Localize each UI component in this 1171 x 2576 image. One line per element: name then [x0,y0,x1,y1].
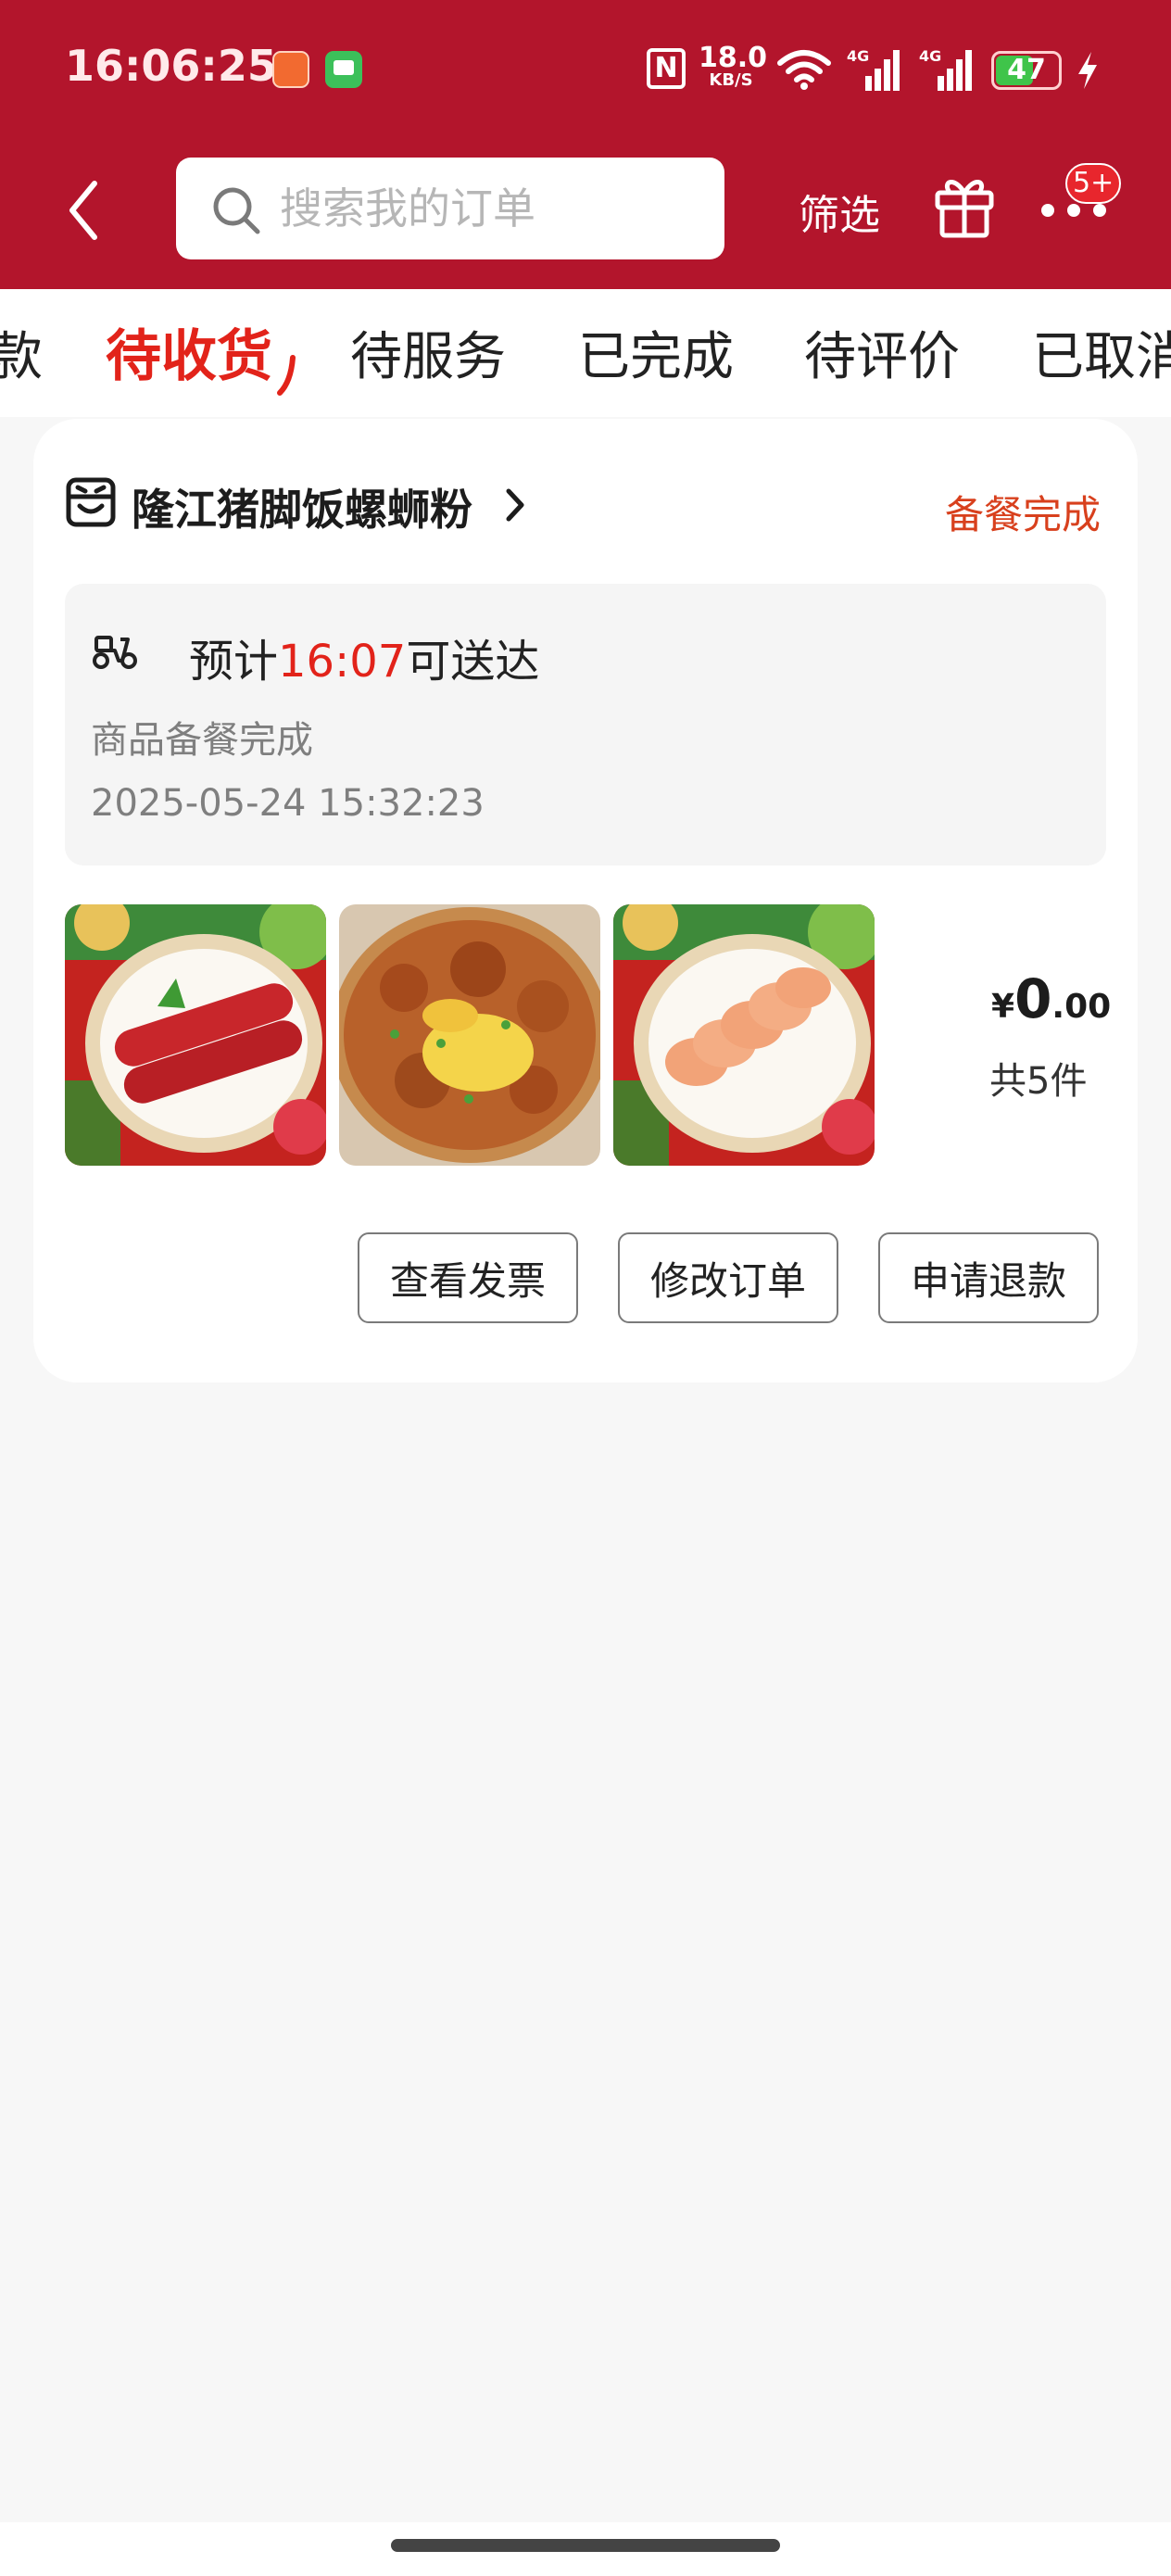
tab-refund[interactable]: 款 [0,315,43,390]
price-symbol: ¥ [991,988,1015,1026]
delivery-detail: 商品备餐完成 [91,719,313,762]
view-invoice-button[interactable]: 查看发票 [358,1232,578,1323]
tab-pending-review[interactable]: 待评价 [804,315,960,390]
signal-icon-1: 4G [847,47,900,91]
eta-time: 16:07 [278,636,407,688]
order-status: 备餐完成 [945,492,1102,537]
signal-icon-2: 4G [919,47,972,91]
delivery-scooter-icon [93,636,137,669]
network-type-1: 4G [847,47,869,65]
order-tabs: 款 待收货 待服务 已完成 待评价 已取消 [0,289,1171,417]
search-input[interactable] [280,176,706,241]
delivery-timestamp: 2025-05-24 15:32:23 [91,782,485,825]
network-speed-unit: KB/S [709,70,753,90]
eta-suffix: 可送达 [406,636,540,688]
tab-pending-receipt[interactable]: 待收货 [106,311,272,392]
product-image-sausage[interactable] [65,904,326,1166]
delivery-info[interactable]: 预计16:07可送达 商品备餐完成 2025-05-24 15:32:23 [65,584,1106,865]
request-refund-button[interactable]: 申请退款 [878,1232,1099,1323]
charging-icon [1078,52,1097,89]
order-card[interactable]: 隆江猪脚饭螺蛳粉 备餐完成 预计16:07可送达 商品备餐完成 2025-05-… [33,419,1138,1383]
tab-completed[interactable]: 已完成 [578,315,734,390]
delivery-eta: 预计16:07可送达 [189,625,539,689]
message-app-icon [325,51,362,88]
status-bar: 16:06:25 N 18.0 KB/S 4G 4G 47 [0,0,1171,139]
item-count: 共5件 [989,1060,1088,1103]
battery-icon: 47 [991,51,1062,90]
shop-name[interactable]: 隆江猪脚饭螺蛳粉 [132,476,472,537]
notification-badge: 5+ [1065,163,1122,204]
active-tab-indicator [277,355,296,396]
chevron-right-icon [506,488,524,522]
price-integer: 0 [1014,967,1052,1030]
product-image-sliced-pork[interactable] [613,904,875,1166]
order-price: ¥0.00 [991,967,1111,1030]
tab-cancelled[interactable]: 已取消 [1032,315,1171,390]
search-icon [213,187,260,234]
tab-pending-service[interactable]: 待服务 [350,315,506,390]
status-time: 16:06:25 [65,41,277,91]
filter-button[interactable]: 筛选 [799,182,880,241]
wifi-icon [777,50,831,90]
network-speed-value: 18.0 [699,42,768,74]
gift-icon[interactable] [932,170,997,239]
back-arrow-icon[interactable] [63,176,109,245]
network-speed: 18.0 KB/S [699,42,768,90]
home-indicator[interactable] [391,2539,780,2552]
nfc-icon: N [647,48,686,89]
price-decimal: .00 [1051,988,1112,1026]
top-header: 16:06:25 N 18.0 KB/S 4G 4G 47 搜索我的订单 筛选 … [0,0,1171,289]
store-icon [66,477,116,527]
battery-level: 47 [1007,54,1046,86]
search-bar[interactable] [176,158,724,259]
product-image-braised-dish[interactable] [339,904,600,1166]
eta-prefix: 预计 [189,636,279,688]
notification-app-icon [272,51,309,88]
network-type-2: 4G [919,47,941,65]
modify-order-button[interactable]: 修改订单 [618,1232,838,1323]
